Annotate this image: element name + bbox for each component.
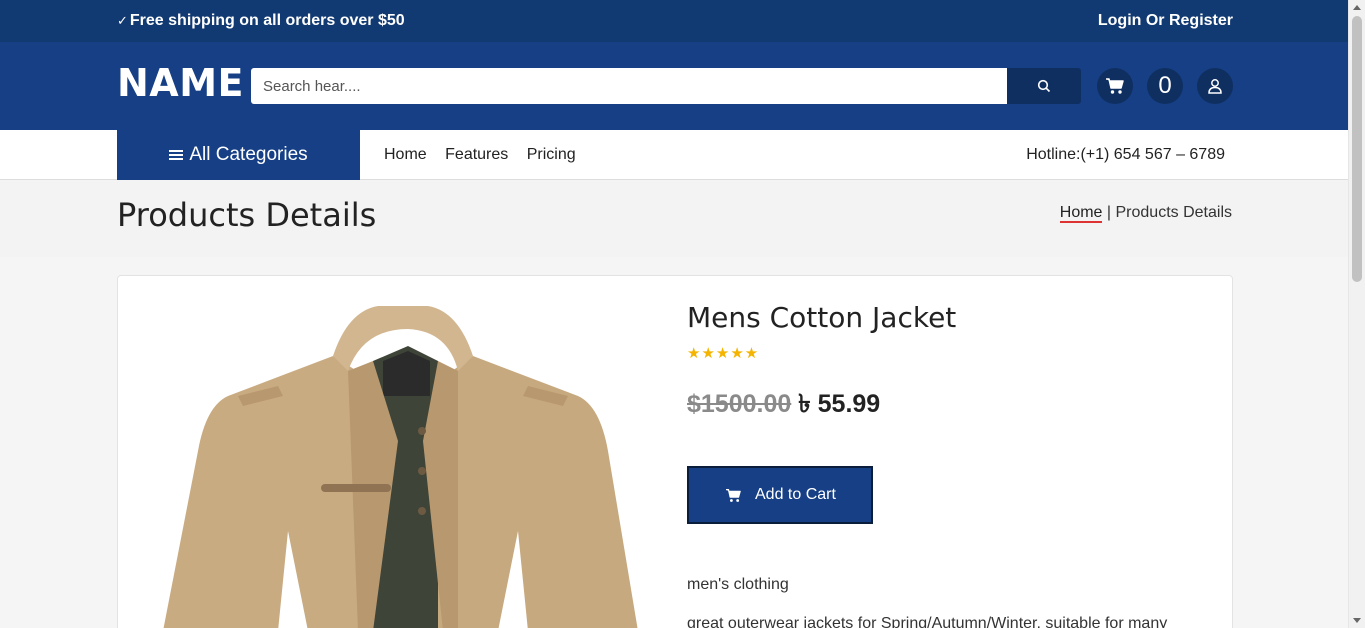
currency-symbol: ৳ <box>798 390 811 418</box>
page-header: Products Details Home | Products Details <box>0 180 1365 257</box>
product-image <box>163 306 638 628</box>
nav-link-home[interactable]: Home <box>384 146 427 163</box>
nav-links: Home Features Pricing <box>384 146 590 164</box>
search-bar <box>251 68 1081 104</box>
search-icon <box>1037 79 1051 93</box>
add-to-cart-label: Add to Cart <box>755 486 836 503</box>
logo[interactable]: NAME <box>117 61 244 105</box>
cart-icon <box>1106 78 1124 94</box>
cart-icon <box>726 489 741 502</box>
check-icon: ✓ <box>117 13 128 28</box>
scroll-up-arrow-icon[interactable] <box>1353 5 1361 10</box>
product-card: Mens Cotton Jacket ★★★★★ $1500.00 ৳ 55.9… <box>117 275 1233 628</box>
product-title: Mens Cotton Jacket <box>687 301 957 334</box>
scrollbar-thumb[interactable] <box>1352 16 1362 282</box>
breadcrumb: Home | Products Details <box>1059 204 1233 223</box>
scroll-down-arrow-icon[interactable] <box>1353 618 1361 623</box>
rating-stars: ★★★★★ <box>687 345 760 362</box>
shipping-text: Free shipping on all orders over $50 <box>129 12 405 29</box>
old-price: $1500.00 <box>687 390 792 418</box>
all-categories-label: All Categories <box>189 144 308 165</box>
current-price: 55.99 <box>817 390 881 418</box>
hotline-text: Hotline:(+1) 654 567 – 6789 <box>1026 146 1225 163</box>
hamburger-icon <box>169 149 184 160</box>
page-title: Products Details <box>117 196 377 234</box>
user-icon <box>1208 79 1222 94</box>
search-input[interactable] <box>251 68 1007 104</box>
login-register-link[interactable]: Login Or Register <box>1098 12 1233 30</box>
cart-count-badge[interactable]: 0 <box>1147 68 1183 104</box>
nav-link-pricing[interactable]: Pricing <box>527 146 576 163</box>
all-categories-button[interactable]: All Categories <box>117 130 360 180</box>
add-to-cart-button[interactable]: Add to Cart <box>687 466 873 524</box>
breadcrumb-home[interactable]: Home <box>1059 204 1103 223</box>
search-button[interactable] <box>1007 68 1081 104</box>
product-price: $1500.00 ৳ 55.99 <box>687 384 880 427</box>
nav-link-features[interactable]: Features <box>445 146 508 163</box>
navigation-bar: All Categories Home Features Pricing Hot… <box>0 130 1365 180</box>
shipping-notice: ✓ Free shipping on all orders over $50 <box>117 12 405 30</box>
product-category: men's clothing <box>687 576 789 593</box>
header: NAME 0 <box>0 42 1365 130</box>
top-bar: ✓ Free shipping on all orders over $50 Lo… <box>0 0 1365 42</box>
cart-button[interactable] <box>1097 68 1133 104</box>
breadcrumb-separator: | <box>1102 204 1116 221</box>
account-button[interactable] <box>1197 68 1233 104</box>
breadcrumb-current: Products Details <box>1115 204 1233 221</box>
page-scrollbar[interactable] <box>1348 0 1365 628</box>
product-description: great outerwear jackets for Spring/Autum… <box>687 615 1168 628</box>
